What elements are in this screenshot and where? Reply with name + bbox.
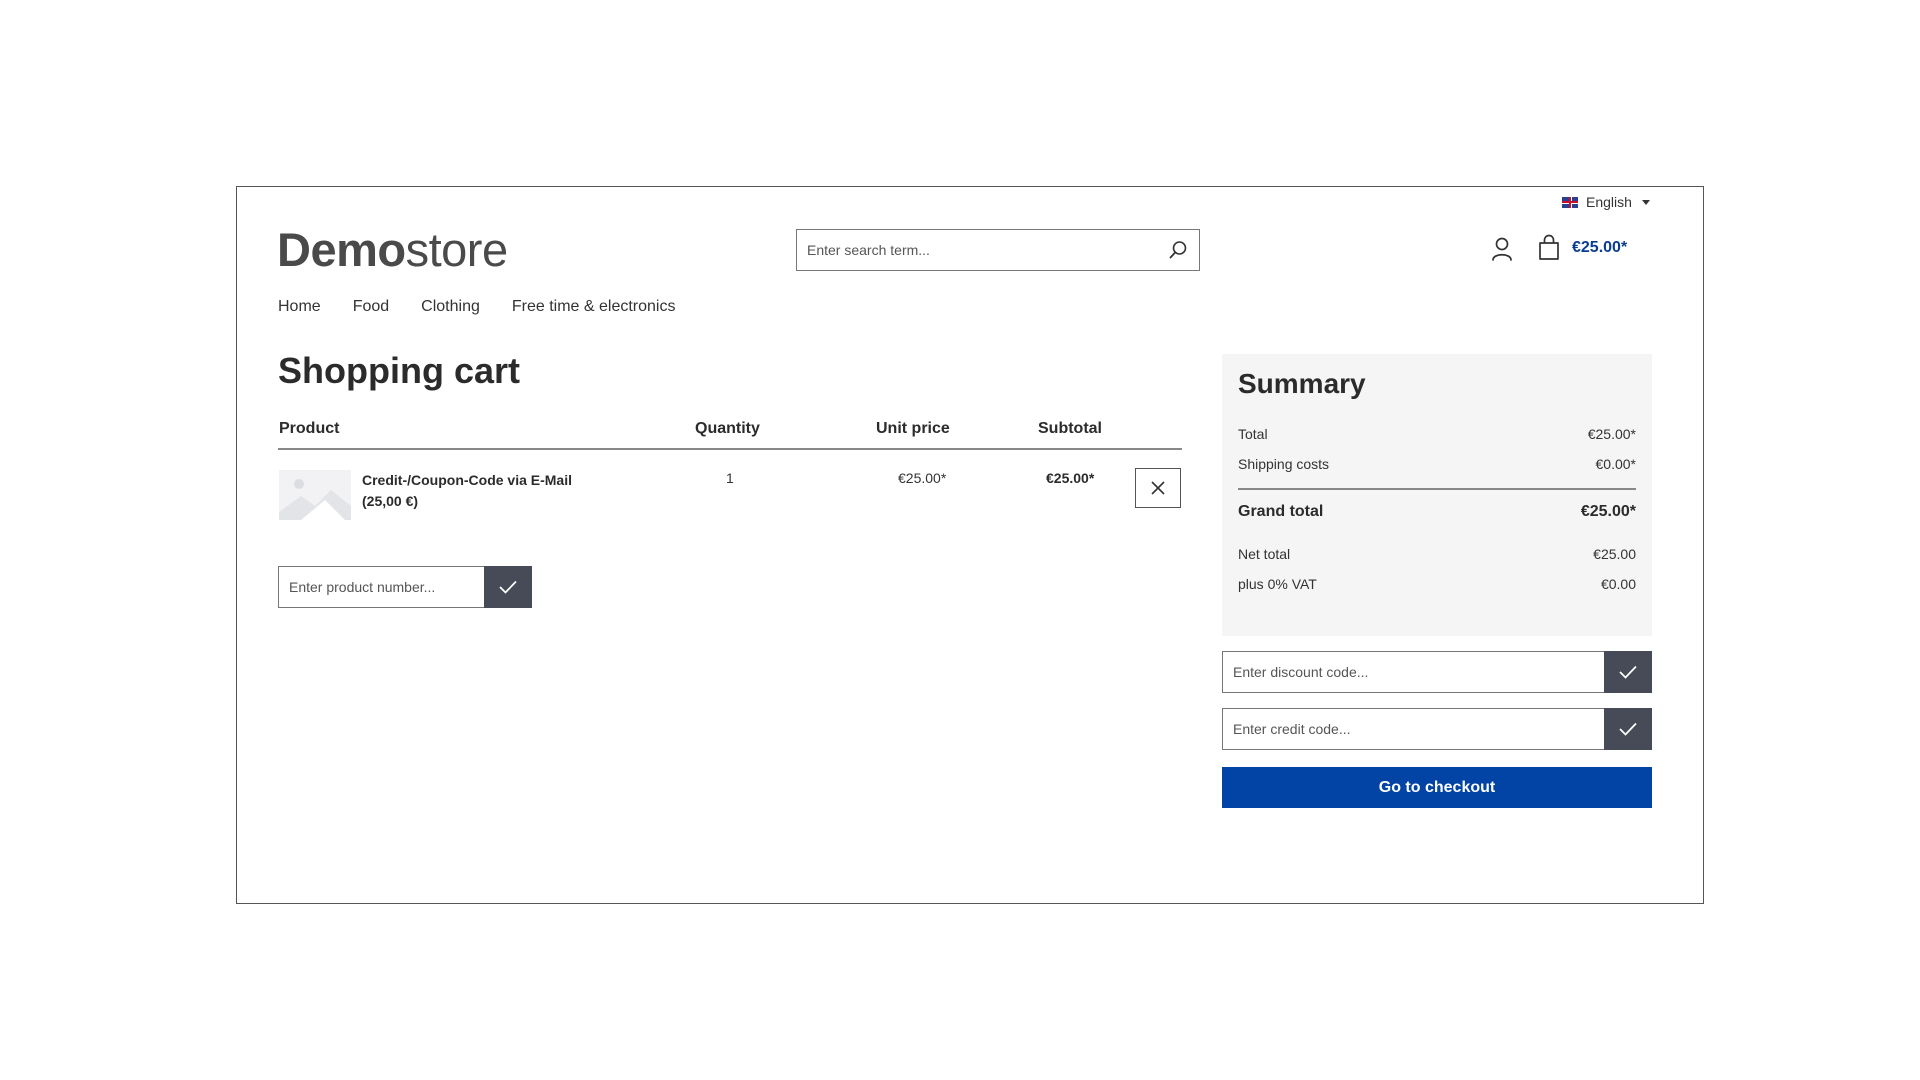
main-navigation: Home Food Clothing Free time & electroni… bbox=[278, 298, 675, 316]
logo-light-text: store bbox=[405, 223, 509, 276]
net-total-value: €25.00 bbox=[1593, 546, 1636, 562]
apply-credit-button[interactable] bbox=[1604, 708, 1652, 750]
store-logo[interactable]: Demostore bbox=[277, 222, 508, 277]
close-icon bbox=[1151, 481, 1165, 495]
vat-label: plus 0% VAT bbox=[1238, 576, 1317, 592]
shipping-value: €0.00* bbox=[1595, 456, 1636, 472]
caret-down-icon bbox=[1641, 199, 1650, 205]
summary-row-net-total: Net total €25.00 bbox=[1238, 546, 1636, 562]
product-image-placeholder[interactable] bbox=[279, 470, 351, 520]
cart-total: €25.00* bbox=[1572, 239, 1628, 256]
summary-row-total: Total €25.00* bbox=[1238, 426, 1636, 442]
product-quantity: 1 bbox=[726, 470, 734, 486]
product-unit-price: €25.00* bbox=[898, 470, 947, 486]
summary-row-vat: plus 0% VAT €0.00 bbox=[1238, 576, 1636, 592]
summary-divider bbox=[1238, 488, 1636, 490]
language-selector[interactable]: English bbox=[1562, 194, 1650, 210]
vat-value: €0.00 bbox=[1600, 576, 1636, 592]
product-subtotal: €25.00* bbox=[1046, 470, 1095, 486]
apply-discount-button[interactable] bbox=[1604, 651, 1652, 693]
table-header-divider bbox=[278, 448, 1182, 450]
nav-item-home[interactable]: Home bbox=[278, 298, 321, 316]
order-summary: Summary Total €25.00* Shipping costs €0.… bbox=[1222, 354, 1652, 636]
shipping-label: Shipping costs bbox=[1238, 456, 1330, 472]
product-name-link[interactable]: Credit-/Coupon-Code via E-Mail (25,00 €) bbox=[362, 470, 602, 512]
product-number-input[interactable]: Enter product number... bbox=[278, 566, 484, 608]
account-icon[interactable] bbox=[1490, 236, 1514, 262]
total-label: Total bbox=[1238, 426, 1268, 442]
credit-code-input[interactable]: Enter credit code... bbox=[1222, 708, 1604, 750]
add-product-form: Enter product number... bbox=[278, 566, 532, 608]
uk-flag-icon bbox=[1562, 196, 1578, 208]
language-label: English bbox=[1586, 194, 1632, 210]
add-product-button[interactable] bbox=[484, 566, 532, 608]
remove-item-button[interactable] bbox=[1135, 468, 1181, 508]
logo-bold-text: Demo bbox=[277, 223, 406, 276]
summary-row-shipping: Shipping costs €0.00* bbox=[1238, 456, 1636, 472]
page-title: Shopping cart bbox=[278, 350, 520, 391]
column-header-product: Product bbox=[279, 420, 340, 437]
discount-code-form: Enter discount code... bbox=[1222, 651, 1652, 693]
checkmark-icon bbox=[1619, 665, 1637, 679]
nav-item-free-time-electronics[interactable]: Free time & electronics bbox=[512, 298, 676, 316]
total-value: €25.00* bbox=[1587, 426, 1636, 442]
credit-code-form: Enter credit code... bbox=[1222, 708, 1652, 750]
summary-row-grand-total: Grand total €25.00* bbox=[1238, 503, 1636, 521]
shopping-bag-icon bbox=[1539, 234, 1559, 260]
checkmark-icon bbox=[1619, 722, 1637, 736]
net-total-label: Net total bbox=[1238, 546, 1291, 562]
grand-total-label: Grand total bbox=[1238, 503, 1324, 520]
cart-widget[interactable]: €25.00* bbox=[1536, 234, 1627, 262]
search-box[interactable]: Enter search term... bbox=[796, 229, 1200, 271]
checkout-button[interactable]: Go to checkout bbox=[1222, 767, 1652, 808]
discount-code-input[interactable]: Enter discount code... bbox=[1222, 651, 1604, 693]
summary-title: Summary bbox=[1238, 368, 1366, 399]
grand-total-value: €25.00* bbox=[1580, 503, 1636, 520]
column-header-subtotal: Subtotal bbox=[1038, 420, 1102, 437]
column-header-quantity: Quantity bbox=[695, 420, 760, 437]
search-icon[interactable] bbox=[1157, 230, 1199, 270]
search-input[interactable]: Enter search term... bbox=[797, 242, 1157, 258]
nav-item-food[interactable]: Food bbox=[353, 298, 389, 316]
column-header-unit-price: Unit price bbox=[876, 420, 950, 437]
checkmark-icon bbox=[499, 580, 517, 594]
nav-item-clothing[interactable]: Clothing bbox=[421, 298, 480, 316]
